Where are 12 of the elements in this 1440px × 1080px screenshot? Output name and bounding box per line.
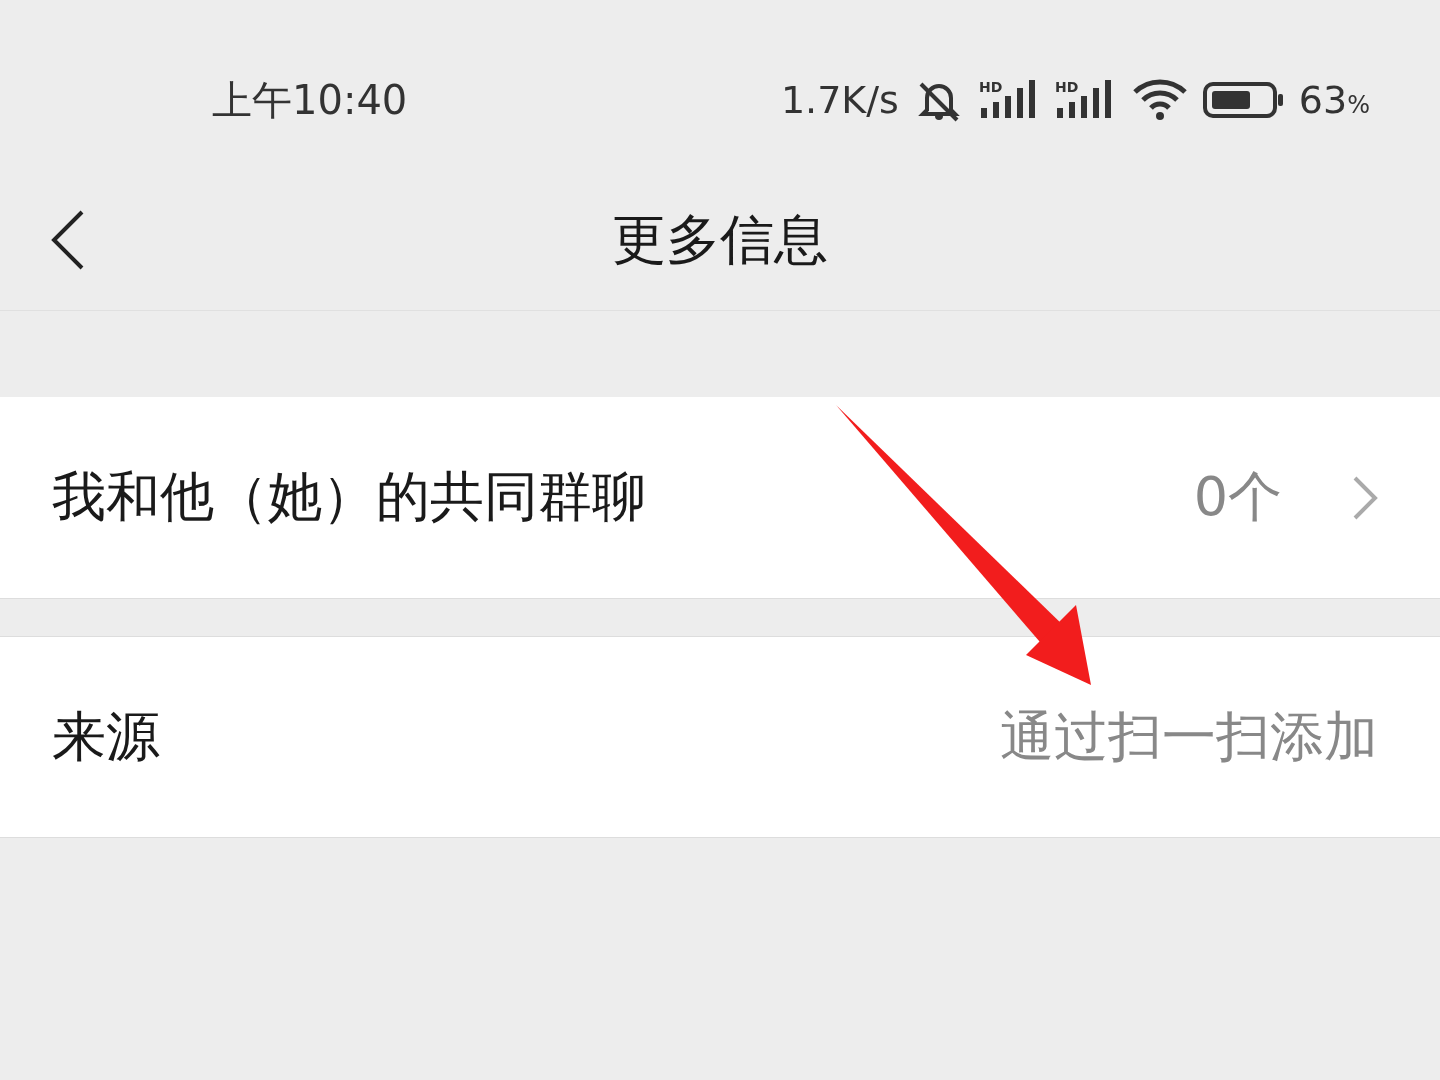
row-value: 0个 — [1193, 464, 1282, 530]
page-title: 更多信息 — [612, 206, 828, 273]
row-label: 我和他（她）的共同群聊 — [52, 464, 646, 530]
row-label: 来源 — [52, 703, 160, 770]
status-time: 上午10:40 — [212, 75, 408, 125]
list-row[interactable]: 我和他（她）的共同群聊 0个 — [0, 397, 1440, 599]
battery-icon — [1202, 80, 1285, 120]
back-button[interactable] — [50, 209, 86, 271]
chevron-icon — [1352, 474, 1378, 521]
battery-percent: 63% — [1298, 78, 1370, 122]
network-speed: 1.7K/s — [780, 78, 899, 122]
row-value: 通过扫一扫添加 — [1000, 703, 1378, 770]
